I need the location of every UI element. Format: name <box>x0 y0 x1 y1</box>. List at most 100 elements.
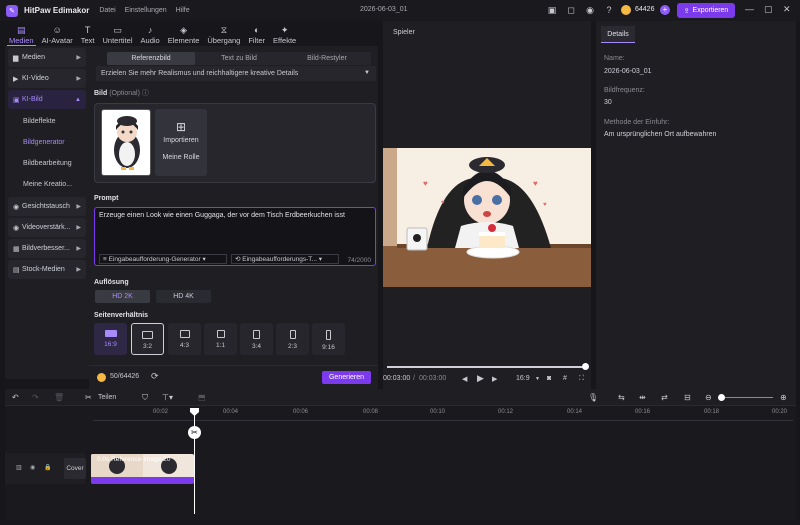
ratio-16-9-button[interactable]: 16:9 <box>94 323 127 355</box>
tab-subtitle[interactable]: ▭ Untertitel <box>99 21 137 46</box>
prompt-template-dropdown[interactable]: ⟲ Eingabeaufforderungs-T... ▾ <box>231 254 339 264</box>
generate-button[interactable]: Generieren <box>322 371 371 384</box>
sidebar-sub-my-creations[interactable]: Meine Kreatio... <box>5 174 89 195</box>
feedback-icon[interactable]: ◻ <box>565 4 577 16</box>
details-panel: Details Name: 2026-06-03_01 Bildfrequenz… <box>596 21 796 389</box>
name-value: 2026-06-03_01 <box>604 68 652 75</box>
menu-file[interactable]: Datei <box>99 7 115 14</box>
ratio-label: 4:3 <box>179 342 190 349</box>
play-icon[interactable]: ▶ <box>477 373 484 384</box>
sidebar-item-ai-video[interactable]: ▶ KI-Video ▶ <box>8 69 86 88</box>
prompt-input[interactable]: Erzeuge einen Look wie einen Guggaga, de… <box>94 207 376 266</box>
sidebar-item-ai-image[interactable]: ▣ KI-Bild ▲ <box>8 90 86 109</box>
subtitle-icon: ▭ <box>113 25 122 35</box>
reference-thumbnail[interactable] <box>101 109 151 176</box>
tab-media[interactable]: ▤ Medien <box>5 21 38 46</box>
playback-progress-handle[interactable] <box>582 363 589 370</box>
my-role-button[interactable]: Meine Rolle <box>155 154 207 161</box>
import-button[interactable]: ⊞ Importieren Meine Rolle <box>155 109 207 176</box>
ratio-1-1-button[interactable]: 1:1 <box>204 323 237 355</box>
ratio-3-4-button[interactable]: 3:4 <box>240 323 273 355</box>
zoom-slider[interactable] <box>718 397 773 398</box>
sidebar-sub-image-effects[interactable]: Bildeffekte <box>5 111 89 132</box>
sidebar-item-media[interactable]: ▆ Medien ▶ <box>8 48 86 67</box>
redo-icon[interactable]: ↷ <box>32 393 39 402</box>
ratio-3-2-button[interactable]: 3:2 <box>131 323 164 355</box>
resolution-4k-button[interactable]: HD 4K <box>156 290 211 303</box>
help-icon[interactable]: ? <box>603 4 615 16</box>
sidebar-item-image-enhancer[interactable]: ▦ Bildverbesser... ▶ <box>8 239 86 258</box>
sidebar-sub-image-generator[interactable]: Bildgenerator <box>5 132 89 153</box>
ratio-2-3-button[interactable]: 2:3 <box>276 323 309 355</box>
resolution-2k-button[interactable]: HD 2K <box>95 290 150 303</box>
tab-image-restyler[interactable]: Bild-Restyler <box>283 52 371 65</box>
split-scissor-icon[interactable]: ✂ <box>188 426 201 439</box>
undo-icon[interactable]: ↶ <box>12 393 19 402</box>
track-visible-icon[interactable]: ▥ <box>16 464 22 471</box>
chevron-down-icon[interactable]: ▼ <box>364 66 370 81</box>
sidebar-item-video-enhancer[interactable]: ◉ Videoverstärk... ▶ <box>8 218 86 237</box>
ratio-4-3-button[interactable]: 4:3 <box>168 323 201 355</box>
tab-label: Übergang <box>207 36 241 45</box>
link-icon[interactable]: ⇆ <box>618 393 625 402</box>
zoom-slider-handle[interactable] <box>718 394 725 401</box>
snapshot-icon[interactable]: ◙ <box>547 375 551 382</box>
tab-elements[interactable]: ◈ Elemente <box>164 21 204 46</box>
layout-icon[interactable]: ▣ <box>546 4 558 16</box>
fit-icon[interactable]: ⊟ <box>684 393 691 402</box>
refresh-icon[interactable]: ⟳ <box>151 371 159 382</box>
generate-bar: 50/64426 ⟳ Generieren <box>89 365 378 389</box>
export-button[interactable]: ⇪ Exportieren <box>677 3 735 18</box>
timeline[interactable]: 00:02 00:04 00:06 00:08 00:10 00:12 00:1… <box>5 406 796 520</box>
fullscreen-icon[interactable]: ⛶ <box>579 375 584 383</box>
close-icon[interactable]: ✕ <box>783 4 791 15</box>
preview-canvas[interactable]: ♥ ♥ ♥ ♥ <box>383 148 591 287</box>
tab-audio[interactable]: ♪ Audio <box>137 21 164 46</box>
text-tool-icon[interactable]: ⊤▾ <box>162 393 173 402</box>
tab-text-to-image[interactable]: Text zu Bild <box>195 52 283 65</box>
zoom-out-icon[interactable]: ⊖ <box>705 393 712 402</box>
playhead[interactable] <box>194 408 195 514</box>
playback-progress-bar[interactable] <box>387 366 588 368</box>
ratio-9-16-button[interactable]: 9:16 <box>312 323 345 355</box>
time-separator: / <box>413 375 415 382</box>
zoom-in-icon[interactable]: ⊕ <box>780 393 787 402</box>
sidebar-item-face-swap[interactable]: ◉ Gesichtstausch ▶ <box>8 197 86 216</box>
info-text: Erzielen Sie mehr Realismus und reichhal… <box>101 70 299 77</box>
menu-help[interactable]: Hilfe <box>176 7 190 14</box>
ratio-dropdown[interactable]: 16:9 <box>516 375 530 382</box>
magnet-icon[interactable]: ⇄ <box>661 393 668 402</box>
split-icon[interactable]: ✂ <box>85 393 92 402</box>
maximize-icon[interactable]: ▢ <box>764 4 773 15</box>
notification-icon[interactable]: ◉ <box>584 4 596 16</box>
tab-reference-image[interactable]: Referenzbild <box>107 52 195 65</box>
tab-text[interactable]: T Text <box>77 21 99 46</box>
menu-settings[interactable]: Einstellungen <box>125 7 167 14</box>
align-icon[interactable]: ⇹ <box>639 393 646 402</box>
info-icon[interactable]: ⓘ <box>142 90 149 97</box>
marker-icon[interactable]: ⛉ <box>142 393 148 403</box>
tab-ai-avatar[interactable]: ☺ AI-Avatar <box>38 21 77 46</box>
sidebar-item-stock-media[interactable]: ▤ Stock-Medien ▶ <box>8 260 86 279</box>
previous-frame-icon[interactable]: ◀ <box>462 375 467 383</box>
prompt-generator-dropdown[interactable]: ≡ Eingabeaufforderung-Generator ▾ <box>99 254 227 264</box>
title-bar: ✎ HitPaw Edimakor Datei Einstellungen Hi… <box>0 0 800 21</box>
cover-button[interactable]: Cover <box>64 458 86 479</box>
chevron-down-icon[interactable]: ▼ <box>535 376 540 382</box>
tab-effects[interactable]: ✦ Effekte <box>269 21 300 46</box>
crop-icon[interactable]: # <box>563 375 567 382</box>
tab-transition[interactable]: ⧖ Übergang <box>203 21 244 46</box>
delete-icon[interactable]: 🗑 <box>54 393 64 402</box>
split-label[interactable]: Teilen <box>98 394 116 401</box>
sidebar-sub-image-editing[interactable]: Bildbearbeitung <box>5 153 89 174</box>
track-audio-icon[interactable]: ◉ <box>30 464 35 471</box>
add-credits-button[interactable]: + <box>660 5 670 15</box>
export-clip-icon[interactable]: ⬒ <box>198 393 206 402</box>
next-frame-icon[interactable]: ▶ <box>492 375 497 383</box>
minimize-icon[interactable]: — <box>745 4 754 14</box>
microphone-icon[interactable]: 🎙 <box>588 393 598 402</box>
track-lock-icon[interactable]: 🔒 <box>44 464 51 471</box>
tab-filter[interactable]: ◐ Filter <box>244 21 269 46</box>
timeline-clip[interactable]: 0.0s Reference-Image 20 <box>91 454 194 484</box>
tab-details[interactable]: Details <box>601 26 635 43</box>
